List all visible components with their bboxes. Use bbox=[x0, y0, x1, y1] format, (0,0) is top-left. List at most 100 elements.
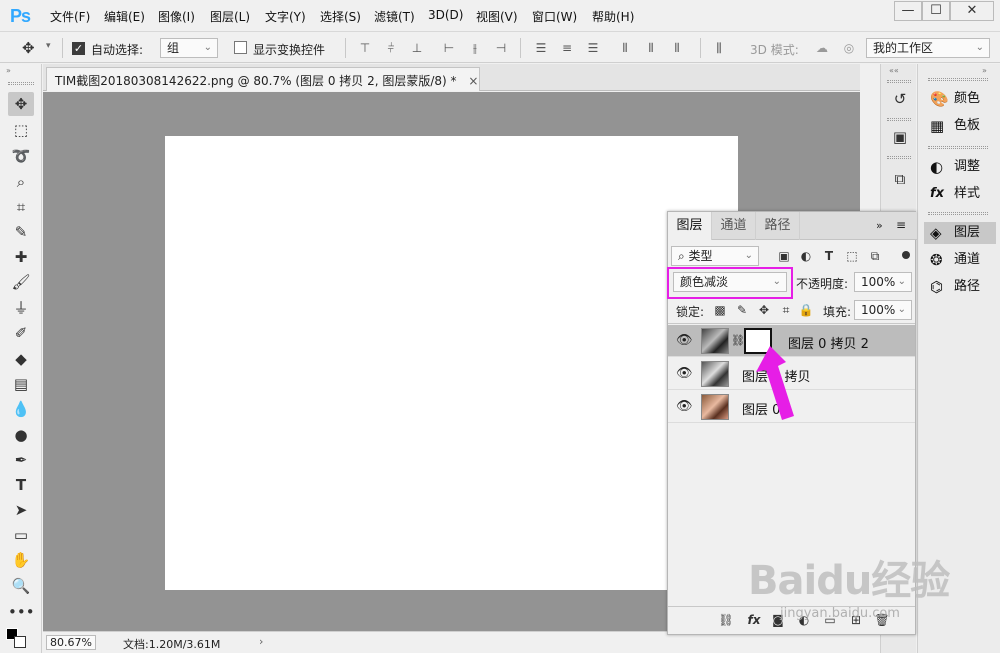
auto-select-dropdown[interactable]: 组 ⌄ bbox=[160, 38, 218, 58]
panel-grip[interactable] bbox=[887, 156, 911, 159]
close-tab-icon[interactable]: × bbox=[468, 74, 478, 88]
panel-swatches[interactable]: ▦ 色板 bbox=[924, 115, 996, 137]
brush-tool-icon[interactable]: 🖌 bbox=[8, 270, 34, 294]
panel-color[interactable]: 🎨 颜色 bbox=[924, 88, 996, 110]
tab-channels[interactable]: 通道 bbox=[712, 212, 756, 240]
menu-image[interactable]: 图像(I) bbox=[158, 8, 195, 25]
collapse-icon[interactable]: » bbox=[876, 219, 883, 232]
fill-field[interactable]: 100% ⌄ bbox=[854, 300, 912, 320]
menu-3d[interactable]: 3D(D) bbox=[428, 8, 463, 22]
properties-icon[interactable]: ▣ bbox=[889, 126, 911, 148]
opacity-field[interactable]: 100% ⌄ bbox=[854, 272, 912, 292]
align-hcenter-icon[interactable]: ⫲ bbox=[468, 41, 482, 55]
quick-select-tool-icon[interactable]: ⌕ bbox=[8, 170, 34, 194]
background-color-swatch[interactable] bbox=[14, 636, 26, 648]
menu-filter[interactable]: 滤镜(T) bbox=[374, 8, 415, 25]
more-tools-icon[interactable]: ••• bbox=[8, 600, 35, 624]
menu-edit[interactable]: 编辑(E) bbox=[104, 8, 145, 25]
dodge-tool-icon[interactable]: ● bbox=[8, 423, 34, 447]
panel-paths[interactable]: ⌬ 路径 bbox=[924, 276, 996, 298]
align-bottom-icon[interactable]: ⊥ bbox=[410, 41, 424, 55]
filter-shape-icon[interactable]: ⬚ bbox=[844, 248, 860, 264]
distribute-right-icon[interactable]: ⫴ bbox=[670, 41, 684, 55]
maximize-button[interactable]: ☐ bbox=[922, 1, 950, 21]
document-tab[interactable]: TIM截图20180308142622.png @ 80.7% (图层 0 拷贝… bbox=[46, 67, 480, 91]
tab-layers[interactable]: 图层 bbox=[668, 212, 712, 240]
chevron-down-icon[interactable]: ▾ bbox=[46, 41, 51, 51]
tab-paths[interactable]: 路径 bbox=[756, 212, 800, 240]
link-icon[interactable]: ⛓ bbox=[718, 612, 734, 628]
panel-grip[interactable] bbox=[928, 78, 988, 81]
panel-grip[interactable] bbox=[887, 80, 911, 83]
eyedropper-tool-icon[interactable]: ✎ bbox=[8, 220, 34, 244]
eye-icon[interactable]: 👁 bbox=[676, 366, 693, 382]
filter-toggle[interactable] bbox=[902, 251, 910, 259]
eraser-tool-icon[interactable]: ◆ bbox=[8, 347, 34, 371]
panel-grip[interactable] bbox=[8, 82, 34, 85]
align-top-icon[interactable]: ⊤ bbox=[358, 41, 372, 55]
panel-grip[interactable] bbox=[887, 118, 911, 121]
doc-info[interactable]: 文档:1.20M/3.61M bbox=[123, 636, 220, 652]
menu-window[interactable]: 窗口(W) bbox=[532, 8, 577, 25]
paragraph-icon[interactable]: ⧉ bbox=[889, 168, 911, 190]
gradient-tool-icon[interactable]: ▤ bbox=[8, 372, 34, 396]
menu-layer[interactable]: 图层(L) bbox=[210, 8, 250, 25]
link-icon[interactable]: ⛓ bbox=[731, 334, 745, 347]
hand-tool-icon[interactable]: ✋ bbox=[8, 548, 34, 572]
move-tool-icon[interactable]: ✥ bbox=[8, 92, 34, 116]
crop-tool-icon[interactable]: ⌗ bbox=[8, 195, 34, 219]
document-canvas[interactable] bbox=[165, 136, 738, 590]
zoom-field[interactable]: 80.67% bbox=[46, 635, 96, 650]
lasso-tool-icon[interactable]: ➰ bbox=[8, 144, 34, 168]
status-menu-arrow[interactable]: › bbox=[259, 635, 263, 648]
pen-tool-icon[interactable]: ✒ bbox=[8, 448, 34, 472]
menu-view[interactable]: 视图(V) bbox=[476, 8, 518, 25]
marquee-tool-icon[interactable]: ⬚ bbox=[8, 118, 34, 142]
layer-thumbnail[interactable] bbox=[701, 361, 729, 387]
collapse-icon[interactable]: » bbox=[6, 66, 11, 75]
auto-select-checkbox[interactable] bbox=[72, 41, 85, 55]
3d-roll-icon[interactable]: ◎ bbox=[842, 41, 856, 55]
menu-file[interactable]: 文件(F) bbox=[50, 8, 90, 25]
panel-styles[interactable]: fx 样式 bbox=[924, 183, 996, 205]
align-left-icon[interactable]: ⊢ bbox=[442, 41, 456, 55]
distribute-top-icon[interactable]: ☰ bbox=[534, 41, 548, 55]
lock-image-icon[interactable]: ✎ bbox=[734, 302, 750, 318]
close-window-button[interactable]: ✕ bbox=[950, 1, 994, 21]
eye-icon[interactable]: 👁 bbox=[676, 399, 693, 415]
filter-kind-dropdown[interactable]: ⌕ 类型 ⌄ bbox=[671, 246, 759, 266]
type-tool-icon[interactable]: T bbox=[8, 473, 34, 497]
align-vcenter-icon[interactable]: ⫩ bbox=[384, 41, 398, 55]
panel-grip[interactable] bbox=[928, 146, 988, 149]
expand-icon[interactable]: «« bbox=[889, 66, 899, 75]
path-select-tool-icon[interactable]: ➤ bbox=[8, 498, 34, 522]
panel-menu-icon[interactable]: ≡ bbox=[896, 218, 906, 232]
minimize-button[interactable]: — bbox=[894, 1, 922, 21]
fx-icon[interactable]: fx bbox=[746, 612, 762, 628]
workspace-dropdown[interactable]: 我的工作区 ⌄ bbox=[866, 38, 990, 58]
eye-icon[interactable]: 👁 bbox=[676, 333, 693, 349]
distribute-left-icon[interactable]: ⫴ bbox=[618, 41, 632, 55]
healing-brush-tool-icon[interactable]: ✚ bbox=[8, 245, 34, 269]
rectangle-tool-icon[interactable]: ▭ bbox=[8, 523, 34, 547]
panel-grip[interactable] bbox=[928, 212, 988, 215]
history-brush-tool-icon[interactable]: ✐ bbox=[8, 321, 34, 345]
distribute-bottom-icon[interactable]: ☰ bbox=[586, 41, 600, 55]
blur-tool-icon[interactable]: 💧 bbox=[8, 397, 34, 421]
distribute-hcenter-icon[interactable]: ⫴ bbox=[644, 41, 658, 55]
clone-stamp-tool-icon[interactable]: ⏚ bbox=[8, 296, 34, 320]
panel-layers[interactable]: ◈ 图层 bbox=[924, 222, 996, 244]
3d-rotate-icon[interactable]: ☁ bbox=[815, 41, 829, 55]
filter-pixel-icon[interactable]: ▣ bbox=[776, 248, 792, 264]
panel-adjustments[interactable]: ◐ 调整 bbox=[924, 156, 996, 178]
filter-adjustment-icon[interactable]: ◐ bbox=[798, 248, 814, 264]
lock-artboard-icon[interactable]: ⌗ bbox=[778, 302, 794, 318]
menu-select[interactable]: 选择(S) bbox=[320, 8, 361, 25]
lock-position-icon[interactable]: ✥ bbox=[756, 302, 772, 318]
menu-help[interactable]: 帮助(H) bbox=[592, 8, 634, 25]
zoom-tool-icon[interactable]: 🔍 bbox=[8, 574, 34, 598]
layer-name[interactable]: 图层 0 拷贝 2 bbox=[788, 333, 869, 352]
align-right-icon[interactable]: ⊣ bbox=[494, 41, 508, 55]
collapse-icon[interactable]: » bbox=[982, 66, 987, 75]
filter-smart-object-icon[interactable]: ⧉ bbox=[867, 248, 883, 264]
